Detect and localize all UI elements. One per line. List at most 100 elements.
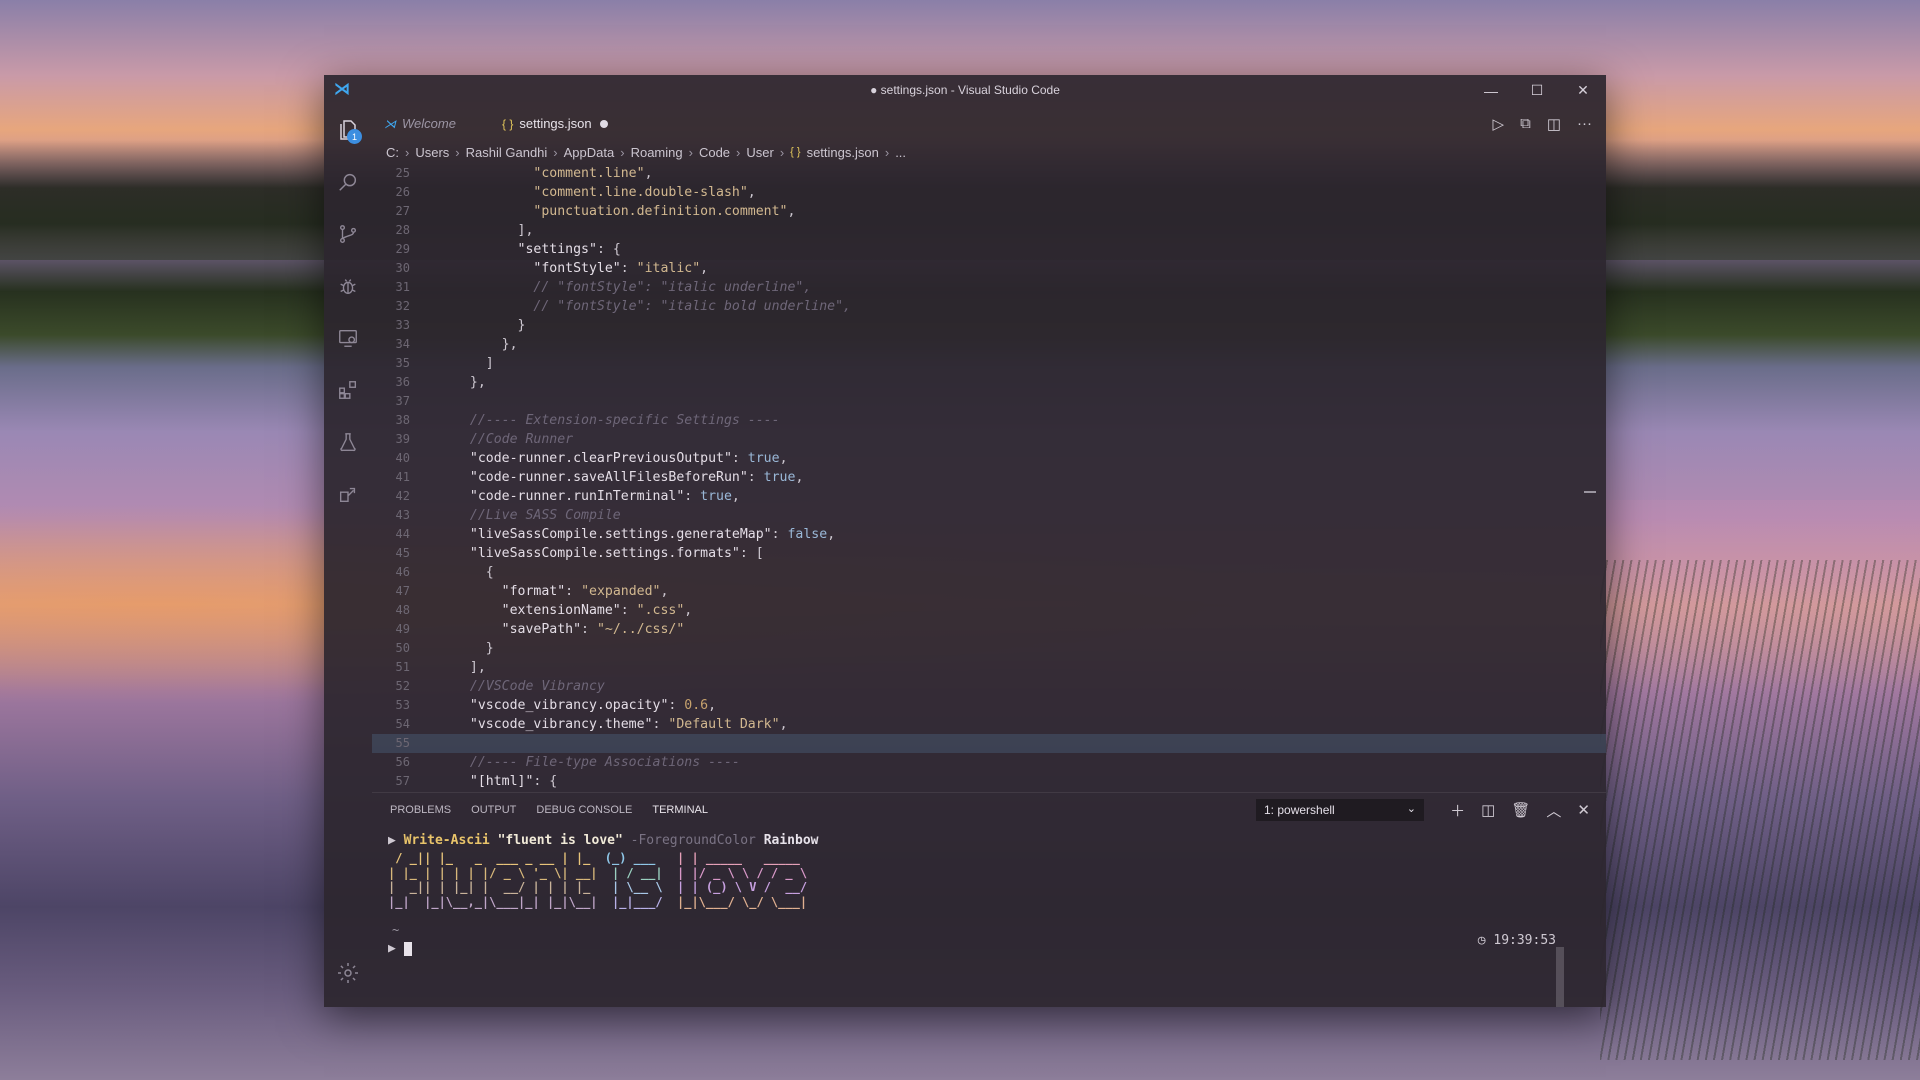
code-line[interactable]: 47 "format": "expanded", (372, 582, 1606, 601)
tab-problems[interactable]: PROBLEMS (390, 804, 451, 816)
modified-dot-icon[interactable] (599, 119, 608, 128)
line-number: 39 (395, 432, 410, 446)
code-line[interactable]: 52 //VSCode Vibrancy (372, 677, 1606, 696)
code-line[interactable]: 32 // "fontStyle": "italic bold underlin… (372, 297, 1606, 316)
line-number: 34 (395, 337, 410, 351)
breadcrumb-item[interactable]: C: (386, 145, 399, 160)
breadcrumb-item[interactable]: settings.json (807, 145, 879, 160)
line-number: 50 (395, 641, 410, 655)
terminal-select[interactable]: 1: powershell ⌄ (1256, 799, 1424, 821)
line-code: "settings": { (517, 242, 621, 257)
code-line[interactable]: 39 //Code Runner (372, 430, 1606, 449)
code-line[interactable]: 31 // "fontStyle": "italic underline", (372, 278, 1606, 297)
code-line[interactable]: 48 "extensionName": ".css", (372, 601, 1606, 620)
code-line[interactable]: 43 //Live SASS Compile (372, 506, 1606, 525)
prompt-arrow-icon: ▶ (388, 833, 396, 848)
line-number: 51 (395, 660, 410, 674)
code-line[interactable]: 51 ], (372, 658, 1606, 677)
breadcrumb-item[interactable]: Code (699, 145, 730, 160)
code-line[interactable]: 46 { (372, 563, 1606, 582)
breadcrumb-item[interactable]: User (746, 145, 773, 160)
code-line[interactable]: 29 "settings": { (372, 240, 1606, 259)
tab-debug-console[interactable]: DEBUG CONSOLE (536, 804, 632, 816)
code-line[interactable]: 26 "comment.line.double-slash", (372, 183, 1606, 202)
remote-explorer-icon[interactable] (324, 314, 372, 362)
code-line[interactable]: 49 "savePath": "~/../css/" (372, 620, 1606, 639)
code-line[interactable]: 40 "code-runner.clearPreviousOutput": tr… (372, 449, 1606, 468)
code-line[interactable]: 56 //---- File-type Associations ---- (372, 753, 1606, 772)
chevron-up-icon[interactable]: ︿ (1546, 800, 1561, 821)
tab-settings-json[interactable]: { } settings.json (490, 106, 624, 141)
line-code: "[html]": { (469, 774, 558, 789)
live-share-icon[interactable] (324, 470, 372, 518)
code-line[interactable]: 50 } (372, 639, 1606, 658)
code-line[interactable]: 36 }, (372, 373, 1606, 392)
terminal-flag: -ForegroundColor (630, 833, 756, 848)
split-terminal-icon[interactable]: ◫ (1481, 801, 1495, 819)
breadcrumb-item[interactable]: Roaming (631, 145, 683, 160)
line-number: 40 (395, 451, 410, 465)
tab-output[interactable]: OUTPUT (471, 804, 516, 816)
code-line[interactable]: 57 "[html]": { (372, 772, 1606, 791)
breadcrumb-item[interactable]: Users (415, 145, 449, 160)
maximize-button[interactable]: ☐ (1514, 75, 1560, 106)
close-panel-icon[interactable]: ✕ (1577, 801, 1590, 819)
new-terminal-icon[interactable]: ＋ (1450, 800, 1465, 821)
tab-welcome[interactable]: ⋊ Welcome (372, 106, 490, 141)
code-line[interactable]: 42 "code-runner.runInTerminal": true, (372, 487, 1606, 506)
tab-terminal[interactable]: TERMINAL (652, 804, 708, 816)
code-line[interactable]: 38 //---- Extension-specific Settings --… (372, 411, 1606, 430)
line-code: // "fontStyle": "italic underline", (533, 280, 812, 295)
breadcrumb-item[interactable]: AppData (564, 145, 615, 160)
code-line[interactable]: 28 ], (372, 221, 1606, 240)
source-control-icon[interactable] (324, 210, 372, 258)
code-line[interactable]: 27 "punctuation.definition.comment", (372, 202, 1606, 221)
line-code: ], (469, 660, 486, 675)
code-line[interactable]: 44 "liveSassCompile.settings.generateMap… (372, 525, 1606, 544)
line-number: 54 (395, 717, 410, 731)
line-number: 43 (395, 508, 410, 522)
line-code: "code-runner.saveAllFilesBeforeRun": tru… (469, 470, 804, 485)
code-line[interactable]: 35 ] (372, 354, 1606, 373)
code-line[interactable]: 34 }, (372, 335, 1606, 354)
code-line[interactable]: 55 (372, 734, 1606, 753)
code-line[interactable]: 25 "comment.line", (372, 164, 1606, 183)
open-changes-icon[interactable]: ⧉ (1520, 115, 1531, 132)
more-actions-icon[interactable]: ··· (1577, 115, 1592, 132)
settings-gear-icon[interactable] (324, 949, 372, 997)
editor-actions: ▷ ⧉ ◫ ··· (1493, 106, 1592, 141)
explorer-badge: 1 (347, 129, 362, 144)
code-line[interactable]: 41 "code-runner.saveAllFilesBeforeRun": … (372, 468, 1606, 487)
breadcrumb-item[interactable]: ... (895, 145, 906, 160)
code-line[interactable]: 45 "liveSassCompile.settings.formats": [ (372, 544, 1606, 563)
code-editor[interactable]: 25 "comment.line", 26 "comment.line.doubl… (372, 163, 1606, 792)
debug-icon[interactable] (324, 262, 372, 310)
trash-icon[interactable]: 🗑 (1511, 801, 1530, 819)
files-icon[interactable]: 1 (324, 106, 372, 154)
breadcrumb-item[interactable]: Rashil Gandhi (466, 145, 548, 160)
minimize-button[interactable]: — (1468, 75, 1514, 106)
line-number: 31 (395, 280, 410, 294)
chevron-right-icon: › (455, 144, 460, 160)
testing-icon[interactable] (324, 418, 372, 466)
line-number: 36 (395, 375, 410, 389)
close-button[interactable]: ✕ (1560, 75, 1606, 106)
terminal-time: ◷ 19:39:53 (1477, 933, 1556, 948)
line-code: ] (485, 356, 494, 371)
split-editor-icon[interactable]: ◫ (1547, 115, 1561, 133)
chevron-right-icon: › (779, 144, 785, 160)
terminal[interactable]: ▶ Write-Ascii "fluent is love" -Foregrou… (388, 829, 1568, 1007)
code-line[interactable]: 54 "vscode_vibrancy.theme": "Default Dar… (372, 715, 1606, 734)
tab-label: settings.json (519, 116, 592, 131)
code-line[interactable]: 37 (372, 392, 1606, 411)
search-icon[interactable] (324, 158, 372, 206)
terminal-input-line[interactable]: ▶ (388, 941, 412, 956)
code-line[interactable]: 30 "fontStyle": "italic", (372, 259, 1606, 278)
terminal-scrollbar[interactable] (1556, 947, 1564, 1007)
run-icon[interactable]: ▷ (1493, 115, 1505, 133)
line-number: 42 (395, 489, 410, 503)
extensions-icon[interactable] (324, 366, 372, 414)
line-code: "liveSassCompile.settings.generateMap": … (469, 527, 836, 542)
code-line[interactable]: 33 } (372, 316, 1606, 335)
code-line[interactable]: 53 "vscode_vibrancy.opacity": 0.6, (372, 696, 1606, 715)
